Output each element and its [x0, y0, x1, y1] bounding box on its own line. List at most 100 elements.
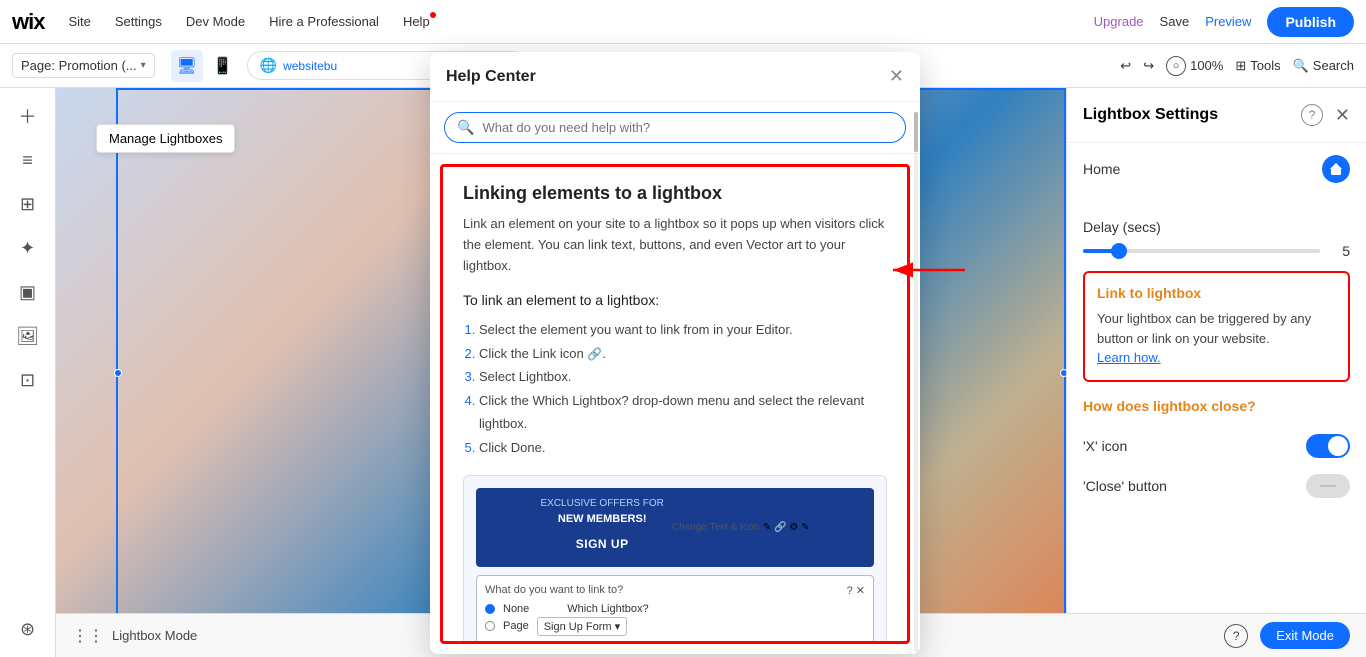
left-sidebar: ＋ ≡ ⊞ ✦ ▣ 🖼 ⊡ ⊛ — [0, 88, 56, 657]
lightbox-mode-label: Lightbox Mode — [112, 628, 197, 643]
article-subtitle: To link an element to a lightbox: — [463, 292, 887, 308]
upgrade-link[interactable]: Upgrade — [1094, 14, 1144, 29]
delay-value: 5 — [1330, 243, 1350, 259]
desktop-view-button[interactable]: 🖥 — [171, 50, 203, 82]
x-icon-toggle[interactable] — [1306, 434, 1350, 458]
help-center-modal[interactable]: Help Center ✕ 🔍 Linking elements to a li… — [430, 52, 920, 654]
modal-scrollbar — [914, 112, 918, 652]
sidebar-blog-icon[interactable]: ⊡ — [10, 362, 46, 398]
sidebar-layers-icon[interactable]: ⊛ — [10, 611, 46, 647]
tools-button[interactable]: ⊞ Tools — [1235, 58, 1280, 74]
tools-icon: ⊞ — [1235, 58, 1246, 74]
x-icon-toggle-row: 'X' icon — [1067, 426, 1366, 466]
nav-help[interactable]: Help — [395, 10, 438, 33]
sidebar-image-icon[interactable]: 🖼 — [10, 318, 46, 354]
home-label: Home — [1083, 161, 1120, 177]
help-search-input[interactable] — [482, 120, 893, 135]
toolbar-right: ↩ ↪ ○ 100% ⊞ Tools 🔍 Search — [1120, 56, 1354, 76]
preview-dialog-header: What do you want to link to? ? ✕ — [485, 584, 865, 597]
page-label: Page: Promotion (... — [21, 58, 137, 73]
modal-search-area: 🔍 — [430, 102, 920, 154]
nav-settings[interactable]: Settings — [107, 10, 170, 33]
learn-how-link[interactable]: Learn how. — [1097, 350, 1161, 365]
modal-header: Help Center ✕ — [430, 52, 920, 102]
article-intro: Link an element on your site to a lightb… — [463, 214, 887, 276]
search-icon-blue: 🔍 — [457, 119, 474, 136]
url-text: websitebu — [283, 59, 337, 73]
save-button[interactable]: Save — [1160, 14, 1190, 29]
bottom-dots-icon[interactable]: ⋮⋮ — [72, 626, 104, 646]
device-switcher: 🖥 📱 — [171, 50, 239, 82]
article-title: Linking elements to a lightbox — [463, 183, 887, 204]
step-4: Click the Which Lightbox? drop-down menu… — [479, 389, 887, 436]
redo-button[interactable]: ↪ — [1143, 58, 1154, 74]
home-section: Home — [1067, 143, 1366, 207]
page-chevron-icon: ▾ — [141, 60, 146, 71]
zoom-control[interactable]: ○ 100% — [1166, 56, 1223, 76]
preview-button[interactable]: Preview — [1205, 14, 1251, 29]
sidebar-add-icon[interactable]: ＋ — [10, 98, 46, 134]
sidebar-components-icon[interactable]: ⊞ — [10, 186, 46, 222]
radio-page[interactable] — [485, 621, 495, 631]
article-preview: EXCLUSIVE OFFERS FOR NEW MEMBERS! SIGN U… — [463, 475, 887, 644]
preview-dialog: What do you want to link to? ? ✕ None Wh… — [476, 575, 874, 644]
mobile-view-button[interactable]: 📱 — [207, 50, 239, 82]
modal-title: Help Center — [446, 68, 536, 86]
step-2: Click the Link icon 🔗. — [479, 342, 887, 366]
publish-button[interactable]: Publish — [1267, 7, 1354, 37]
page-selector[interactable]: Page: Promotion (... ▾ — [12, 53, 155, 78]
nav-site[interactable]: Site — [60, 10, 98, 33]
preview-sign-up-button[interactable]: SIGN UP — [560, 531, 645, 557]
manage-lightboxes-button[interactable]: Manage Lightboxes — [96, 124, 235, 153]
undo-button[interactable]: ↩ — [1120, 58, 1131, 74]
zoom-icon: ○ — [1166, 56, 1186, 76]
home-badge — [1322, 155, 1350, 183]
preview-dialog-row-none: None Which Lightbox? — [485, 603, 865, 615]
search-button[interactable]: 🔍 Search — [1293, 58, 1354, 74]
bottom-help-button[interactable]: ? — [1224, 624, 1248, 648]
delay-slider[interactable] — [1083, 249, 1320, 253]
toggle-thumb — [1328, 436, 1348, 456]
search-inner: 🔍 — [444, 112, 906, 143]
settings-title: Lightbox Settings — [1083, 106, 1293, 124]
delay-slider-row: 5 — [1083, 243, 1350, 259]
globe-icon: 🌐 — [260, 57, 277, 74]
scrollbar-thumb — [914, 112, 918, 152]
radio-none[interactable] — [485, 604, 495, 614]
slider-thumb[interactable] — [1111, 243, 1127, 259]
how-close-title: How does lightbox close? — [1067, 398, 1366, 426]
step-3: Select Lightbox. — [479, 365, 887, 388]
delay-section: Delay (secs) 5 — [1067, 207, 1366, 271]
step-5: Click Done. — [479, 436, 887, 459]
right-sidebar: Lightbox Settings ? ✕ Home Delay (secs) … — [1066, 88, 1366, 657]
help-article-content: Linking elements to a lightbox Link an e… — [440, 164, 910, 644]
preview-dialog-row-page: Page Sign Up Form ▾ — [485, 617, 865, 636]
link-lightbox-box: Link to lightbox Your lightbox can be tr… — [1083, 271, 1350, 382]
step-1: Select the element you want to link from… — [479, 318, 887, 341]
lightbox-dropdown[interactable]: Sign Up Form ▾ — [537, 617, 627, 636]
settings-close-button[interactable]: ✕ — [1335, 105, 1350, 126]
sidebar-media-icon[interactable]: ▣ — [10, 274, 46, 310]
settings-header: Lightbox Settings ? ✕ — [1067, 88, 1366, 143]
close-btn-label: 'Close' button — [1083, 478, 1167, 494]
close-btn-toggle-row: 'Close' button — — [1067, 466, 1366, 506]
link-lightbox-title: Link to lightbox — [1097, 285, 1336, 301]
wix-logo: wix — [12, 9, 44, 35]
search-icon: 🔍 — [1293, 58, 1309, 74]
modal-close-button[interactable]: ✕ — [889, 66, 904, 87]
link-lightbox-desc: Your lightbox can be triggered by any bu… — [1097, 309, 1336, 368]
sidebar-apps-icon[interactable]: ✦ — [10, 230, 46, 266]
delay-label: Delay (secs) — [1083, 219, 1350, 235]
settings-help-button[interactable]: ? — [1301, 104, 1323, 126]
exit-mode-button[interactable]: Exit Mode — [1260, 622, 1350, 649]
home-row: Home — [1083, 155, 1350, 183]
help-notification-dot — [430, 12, 436, 18]
x-icon-label: 'X' icon — [1083, 438, 1127, 454]
nav-dev-mode[interactable]: Dev Mode — [178, 10, 253, 33]
nav-hire-pro[interactable]: Hire a Professional — [261, 10, 387, 33]
article-steps-list: Select the element you want to link from… — [479, 318, 887, 459]
close-btn-toggle[interactable]: — — [1306, 474, 1350, 498]
sidebar-pages-icon[interactable]: ≡ — [10, 142, 46, 178]
top-nav: wix Site Settings Dev Mode Hire a Profes… — [0, 0, 1366, 44]
bottom-right: ? Exit Mode — [1224, 622, 1350, 649]
